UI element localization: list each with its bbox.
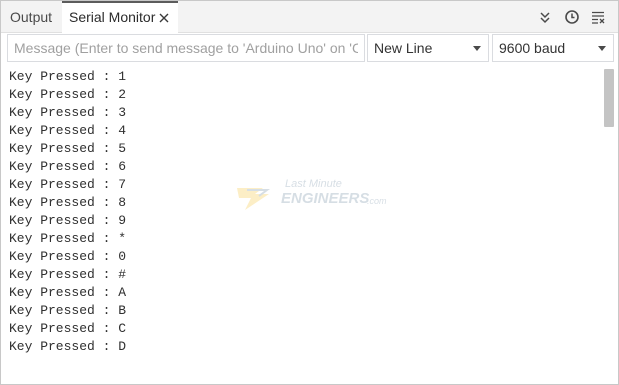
lightning-logo-icon <box>237 188 270 210</box>
serial-output-area[interactable]: Last Minute ENGINEERS .com Key Pressed :… <box>1 65 618 384</box>
watermark-logo: Last Minute ENGINEERS .com <box>233 178 393 214</box>
output-line: Key Pressed : 1 <box>9 69 127 84</box>
output-line: Key Pressed : 2 <box>9 87 127 102</box>
clear-output-icon[interactable] <box>590 9 606 25</box>
vertical-scrollbar-thumb[interactable] <box>604 69 614 127</box>
output-line: Key Pressed : * <box>9 231 127 246</box>
output-line: Key Pressed : A <box>9 285 127 300</box>
output-line: Key Pressed : 9 <box>9 213 127 228</box>
output-line: Key Pressed : 3 <box>9 105 127 120</box>
output-lines: Key Pressed : 1 Key Pressed : 2 Key Pres… <box>9 68 126 356</box>
message-input[interactable] <box>7 34 365 62</box>
serial-input-bar: New Line 9600 baud <box>1 33 618 64</box>
tab-serial-monitor-label: Serial Monitor <box>69 9 156 25</box>
serial-monitor-panel: Output Serial Monitor New Line 9600 baud <box>0 0 619 385</box>
close-icon[interactable] <box>158 12 170 24</box>
watermark-text-line2: ENGINEERS <box>281 190 370 207</box>
tab-serial-monitor[interactable]: Serial Monitor <box>62 1 178 33</box>
timestamp-clock-icon[interactable] <box>564 9 580 25</box>
watermark-text-line1: Last Minute <box>285 178 342 190</box>
baud-rate-value: 9600 baud <box>499 40 566 56</box>
tab-output-label: Output <box>10 9 53 25</box>
dropdown-caret-icon <box>598 46 606 51</box>
dropdown-caret-icon <box>473 46 481 51</box>
output-line: Key Pressed : 6 <box>9 159 127 174</box>
output-line: Key Pressed : D <box>9 339 127 354</box>
output-line: Key Pressed : B <box>9 303 127 318</box>
watermark-text-line3: .com <box>367 196 387 206</box>
output-line: Key Pressed : C <box>9 321 127 336</box>
output-line: Key Pressed : 4 <box>9 123 127 138</box>
line-ending-value: New Line <box>374 40 433 56</box>
output-line: Key Pressed : 7 <box>9 177 127 192</box>
output-line: Key Pressed : 5 <box>9 141 127 156</box>
output-line: Key Pressed : 0 <box>9 249 127 264</box>
tab-output[interactable]: Output <box>10 1 52 32</box>
output-line: Key Pressed : # <box>9 267 127 282</box>
panel-tab-bar: Output Serial Monitor <box>1 1 618 33</box>
baud-rate-select[interactable]: 9600 baud <box>492 34 614 62</box>
collapse-icon[interactable] <box>537 9 553 25</box>
line-ending-select[interactable]: New Line <box>367 34 489 62</box>
output-line: Key Pressed : 8 <box>9 195 127 210</box>
